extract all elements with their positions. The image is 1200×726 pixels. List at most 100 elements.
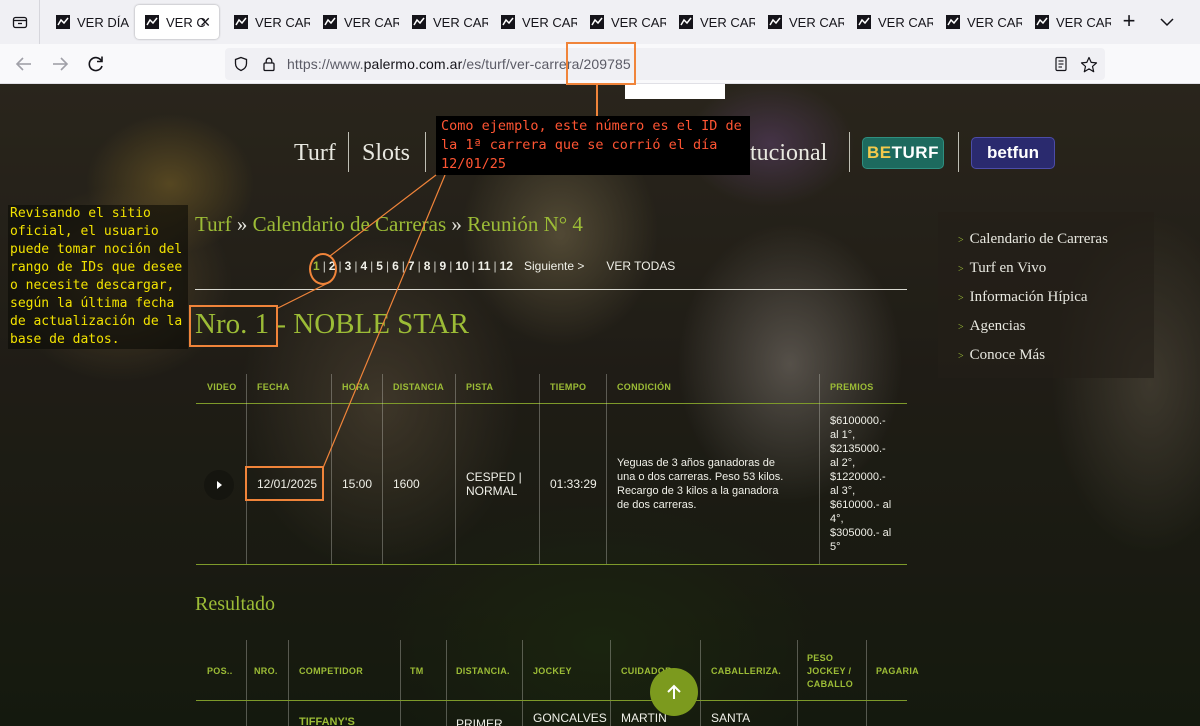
breadcrumb-separator: » (451, 212, 462, 236)
back-arrow-icon[interactable] (12, 52, 36, 76)
sidebar-item[interactable]: > Turf en Vivo (958, 260, 1046, 277)
browser-tab[interactable]: VER CAR (313, 5, 399, 39)
col-header-hora: HORA (342, 382, 370, 392)
nav-institucional[interactable]: tucional (750, 138, 827, 168)
tab-label: VER CAR (700, 14, 755, 30)
site-favicon-icon (412, 15, 426, 29)
betfun-logo-button[interactable]: betfun (971, 137, 1055, 169)
new-tab-button[interactable]: + (1118, 8, 1140, 36)
browser-tab[interactable]: VER DÍA (46, 5, 132, 39)
page-link[interactable]: 7 (408, 259, 415, 273)
result-cell-cuidador: MARTIN (621, 711, 667, 725)
browser-tab[interactable]: VER CAR (758, 5, 844, 39)
page-link[interactable]: 8 (424, 259, 431, 273)
url-bar[interactable]: https://www.palermo.com.ar/es/turf/ver-c… (225, 48, 1105, 80)
forward-arrow-icon[interactable] (48, 52, 72, 76)
page-link[interactable]: 12 (500, 259, 513, 273)
breadcrumb-separator: » (236, 212, 248, 236)
scroll-to-top-button[interactable] (650, 668, 698, 716)
col-header-tiempo: TIEMPO (550, 382, 587, 392)
sidebar-item[interactable]: > Agencias (958, 318, 1025, 335)
cell-hora: 15:00 (342, 477, 373, 491)
premio-line: al 1°, (830, 429, 856, 441)
cell-premios: $6100000.- al 1°, $2135000.- al 2°, $1220000… (830, 414, 900, 554)
browser-tab[interactable]: VER CAR (847, 5, 933, 39)
page-separator: | (385, 259, 390, 273)
nav-slots[interactable]: Slots (362, 138, 410, 168)
result-col-caballeriza: CABALLERIZA. (711, 666, 782, 676)
page-link[interactable]: 3 (345, 259, 352, 273)
premio-line: $6100000.- (830, 415, 886, 427)
site-favicon-icon (857, 15, 871, 29)
nav-turf[interactable]: Turf (294, 138, 336, 168)
page-content: Turf Slots tucional BETURF betfun Turf »… (0, 84, 1200, 726)
browser-tab[interactable]: VER CAR (669, 5, 755, 39)
page-separator: | (338, 259, 342, 273)
close-icon[interactable]: ✕ (199, 14, 211, 31)
browser-tab[interactable]: VER CAR (491, 5, 577, 39)
sidebar-item[interactable]: > Conoce Más (958, 347, 1045, 364)
page-link[interactable]: 9 (440, 259, 447, 273)
site-favicon-icon (501, 15, 515, 29)
tab-list-icon[interactable] (0, 0, 40, 44)
cell-distancia: 1600 (393, 477, 420, 491)
annotation-top-note: Como ejemplo, este número es el ID de la… (436, 116, 750, 175)
result-cell-competidor[interactable]: TIFFANY'S (299, 716, 355, 726)
breadcrumb-turf[interactable]: Turf (195, 212, 232, 236)
lock-icon[interactable] (261, 56, 277, 72)
beturf-turf: TURF (891, 143, 939, 162)
page-link[interactable]: 10 (455, 259, 468, 273)
cell-tiempo: 01:33:29 (550, 477, 597, 491)
tab-label: VER CAR (967, 14, 1022, 30)
result-col-distancia: DISTANCIA. (456, 666, 510, 676)
col-header-premios: PREMIOS (830, 382, 874, 392)
browser-tab[interactable]: VER CAR (936, 5, 1022, 39)
result-cell-distancia: PRIMER (456, 717, 503, 726)
beturf-logo-button[interactable]: BETURF (862, 137, 944, 169)
page-link[interactable]: 11 (478, 259, 491, 273)
annotation-page-circle (309, 253, 337, 285)
sidebar-item[interactable]: > Información Hípica (958, 289, 1088, 306)
nav-divider (849, 132, 850, 172)
next-page-link[interactable]: Siguiente > (524, 259, 584, 273)
result-cell-jockey: GONCALVES (533, 711, 607, 725)
annotation-race-number-box (189, 305, 278, 347)
site-favicon-icon (768, 15, 782, 29)
column-divider (400, 640, 401, 726)
beturf-be: BE (867, 143, 892, 162)
tab-label: VER CAR (522, 14, 577, 30)
video-play-button[interactable] (204, 470, 234, 500)
sidebar-item[interactable]: > Calendario de Carreras (958, 231, 1108, 248)
col-header-condicion: CONDICIÓN (617, 382, 672, 392)
shield-icon[interactable] (233, 56, 249, 72)
view-all-link[interactable]: VER TODAS (606, 259, 675, 273)
divider (195, 289, 907, 290)
chevron-down-icon[interactable] (1156, 8, 1178, 36)
browser-tab[interactable]: VER CAR (580, 5, 666, 39)
page-link[interactable]: 4 (360, 259, 367, 273)
browser-tab[interactable]: VER CAR (1025, 5, 1111, 39)
cell-pista-1: CESPED | (466, 470, 522, 484)
chevron-right-icon: > (958, 264, 964, 275)
page-link[interactable]: 6 (392, 259, 399, 273)
chevron-right-icon: > (958, 293, 964, 304)
browser-tab[interactable]: VER CAR (224, 5, 310, 39)
breadcrumb-calendario[interactable]: Calendario de Carreras (253, 212, 447, 236)
bookmark-star-icon[interactable] (1080, 56, 1098, 73)
result-col-peso: PESO JOCKEY / CABALLO (807, 653, 854, 689)
reader-view-icon[interactable] (1053, 56, 1069, 72)
tab-label: VER CAR (1056, 14, 1111, 30)
premio-line: 5° (830, 541, 841, 553)
tab-label: VER DÍA (77, 14, 130, 30)
browser-tab[interactable]: VER CAR (402, 5, 488, 39)
premio-line: al 3°, (830, 485, 856, 497)
race-pagination: 1 | 2 | 3 | 4 | 5 | 6 | 7 | 8 | 9 | 10 | 11 | 12 Siguiente > VER… (310, 259, 675, 279)
url-scheme: https://www. (287, 56, 364, 72)
browser-tab[interactable]: VER C ✕ (135, 5, 219, 39)
column-divider (539, 374, 540, 564)
page-separator: | (433, 259, 437, 273)
column-divider (522, 640, 523, 726)
page-link[interactable]: 5 (376, 259, 383, 273)
reload-icon[interactable] (84, 52, 108, 76)
sidebar-item-label: Conoce Más (969, 347, 1046, 363)
